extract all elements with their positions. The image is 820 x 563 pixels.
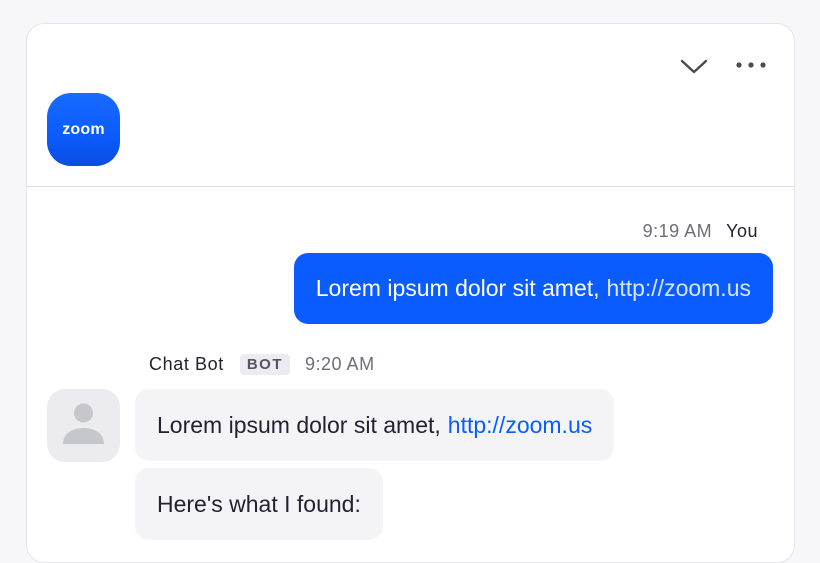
outgoing-sender: You (726, 221, 758, 241)
outgoing-message-meta: 9:19 AM You (643, 221, 758, 242)
bot-avatar[interactable] (47, 389, 120, 462)
bot-timestamp: 9:20 AM (305, 354, 375, 374)
zoom-logo-text: zoom (62, 120, 105, 138)
bot-sender-name: Chat Bot (149, 354, 224, 374)
chat-panel: zoom 9:19 AM You Lorem ipsum dolor sit a… (26, 23, 795, 563)
outgoing-message-bubble: Lorem ipsum dolor sit amet, http://zoom.… (293, 253, 773, 324)
bot-message-meta: Chat Bot BOT 9:20 AM (149, 354, 375, 375)
bot-message-text: Here's what I found: (157, 490, 361, 517)
bot-message-bubble: Here's what I found: (135, 468, 383, 540)
collapse-button[interactable] (677, 52, 711, 80)
user-icon (63, 403, 104, 444)
outgoing-timestamp: 9:19 AM (642, 221, 713, 241)
more-options-button[interactable] (733, 52, 769, 80)
chat-header: zoom (27, 24, 794, 187)
zoom-logo: zoom (47, 93, 120, 166)
bot-message-text: Lorem ipsum dolor sit amet, (157, 411, 441, 438)
bot-message-link[interactable]: http://zoom.us (448, 412, 592, 439)
outgoing-message-link[interactable]: http://zoom.us (607, 275, 751, 302)
chevron-down-icon (680, 59, 708, 74)
more-horizontal-icon (736, 62, 766, 68)
bot-message-bubble: Lorem ipsum dolor sit amet, http://zoom.… (135, 389, 615, 461)
bot-badge: BOT (239, 354, 291, 375)
outgoing-message-text: Lorem ipsum dolor sit amet, (315, 275, 600, 301)
